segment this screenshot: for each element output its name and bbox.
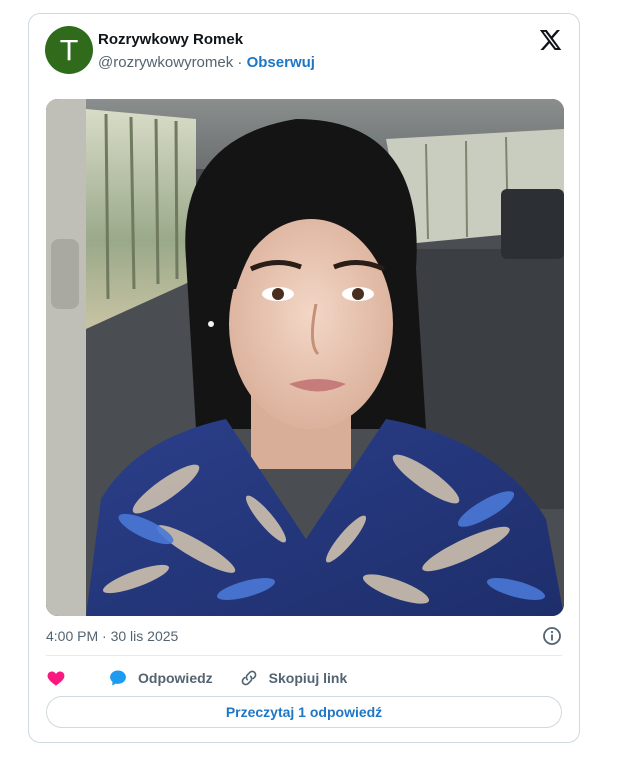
like-button[interactable]	[46, 668, 66, 688]
reply-label: Odpowiedz	[138, 670, 213, 686]
tweet-embed-card: T Rozrywkowy Romek @rozrywkowyromek · Ob…	[28, 13, 580, 743]
author-handle[interactable]: @rozrywkowyromek	[98, 54, 233, 71]
divider	[46, 655, 562, 656]
follow-button[interactable]: Obserwuj	[247, 54, 315, 71]
tweet-actions: Odpowiedz Skopiuj link	[46, 666, 373, 690]
author-handle-row: @rozrywkowyromek · Obserwuj	[98, 54, 315, 71]
copy-link-label: Skopiuj link	[268, 670, 348, 686]
read-replies-button[interactable]: Przeczytaj 1 odpowiedź	[46, 696, 562, 728]
author-name[interactable]: Rozrywkowy Romek	[98, 31, 243, 48]
speech-bubble-icon	[110, 670, 126, 686]
tweet-timestamp[interactable]: 4:00 PM · 30 lis 2025	[46, 628, 178, 644]
x-logo-icon[interactable]	[538, 28, 562, 52]
tweet-photo[interactable]	[46, 99, 564, 616]
avatar-letter: T	[60, 33, 78, 67]
link-icon	[241, 670, 257, 686]
avatar[interactable]: T	[45, 26, 93, 74]
heart-icon	[47, 671, 65, 686]
reply-button[interactable]: Odpowiedz	[108, 668, 213, 688]
selfie-in-car-image	[46, 99, 564, 616]
info-icon[interactable]	[542, 626, 562, 646]
copy-link-button[interactable]: Skopiuj link	[239, 668, 348, 688]
handle-separator: ·	[237, 54, 243, 71]
